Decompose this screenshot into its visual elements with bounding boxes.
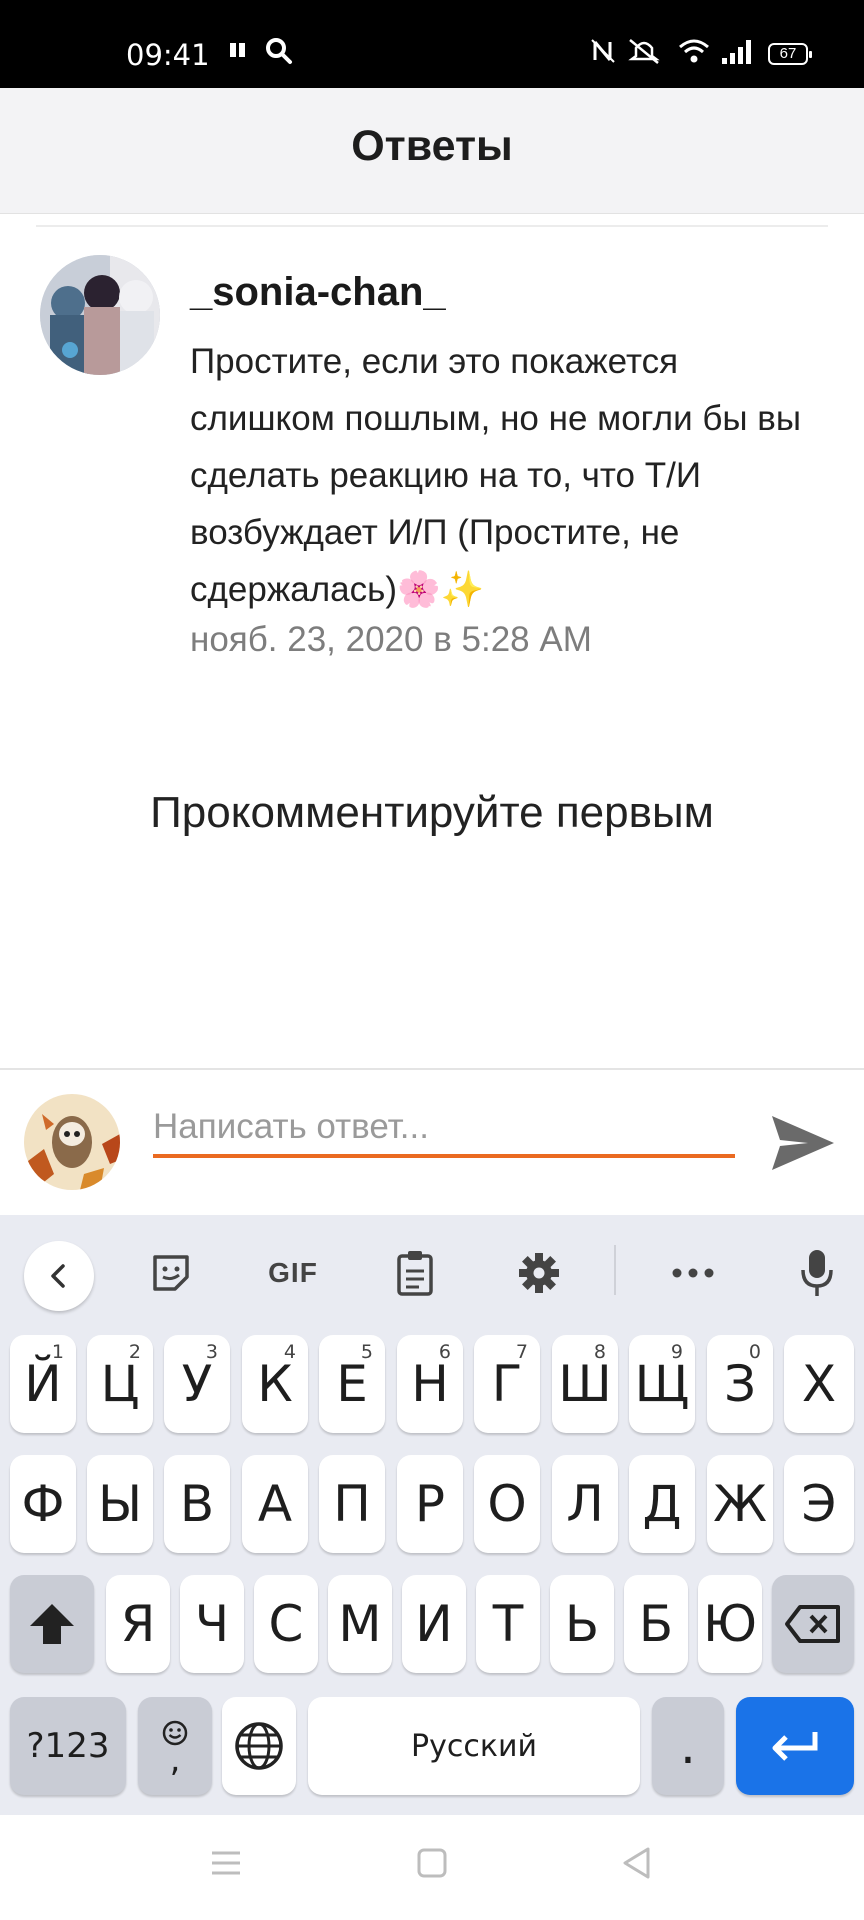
symbols-key[interactable]: ?123	[10, 1697, 126, 1795]
enter-icon	[772, 1732, 818, 1761]
post-timestamp: нояб. 23, 2020 в 5:28 AM	[190, 620, 592, 659]
menu-icon	[212, 1851, 240, 1875]
post-text: Простите, если это покажется слишком пош…	[190, 342, 802, 609]
send-button[interactable]	[768, 1108, 838, 1178]
key-row1[interactable]: Ц2	[87, 1335, 153, 1433]
key-row2[interactable]: Л	[552, 1455, 618, 1553]
screen: 09:41 67 Ответы _sonia-chan_ Простите, е…	[0, 0, 864, 1920]
reply-input[interactable]	[153, 1090, 735, 1158]
comma-label: ,	[169, 1740, 181, 1780]
home-square-icon	[417, 1848, 447, 1878]
key-row1[interactable]: У3	[164, 1335, 230, 1433]
author-username[interactable]: _sonia-chan_	[190, 270, 446, 315]
key-row3[interactable]: Ю	[698, 1575, 762, 1673]
empty-comments-message: Прокомментируйте первым	[150, 788, 714, 837]
keyboard-toolbar: GIF	[0, 1215, 864, 1325]
backspace-key[interactable]	[772, 1575, 854, 1673]
language-key[interactable]	[222, 1697, 296, 1795]
key-row1[interactable]: Г7	[474, 1335, 540, 1433]
mute-icon	[626, 36, 662, 71]
key-row3[interactable]: И	[402, 1575, 466, 1673]
key-row1[interactable]: З0	[707, 1335, 773, 1433]
key-row1[interactable]: Х	[784, 1335, 854, 1433]
wifi-icon	[678, 36, 710, 71]
back-triangle-icon	[623, 1847, 650, 1879]
key-row1[interactable]: Е5	[319, 1335, 385, 1433]
key-row2[interactable]: Р	[397, 1455, 463, 1553]
voice-input-button[interactable]	[792, 1245, 842, 1301]
nfc-icon	[590, 36, 616, 71]
battery-indicator: 67	[768, 43, 812, 65]
key-row2[interactable]: Ф	[10, 1455, 76, 1553]
key-row3[interactable]: М	[328, 1575, 392, 1673]
onscreen-keyboard: GIF Й1 Ц2 У3 К4 Е5 Н6 Г7 Ш8 Щ9 З0 Х Ф Ы …	[0, 1215, 864, 1815]
key-row1[interactable]: К4	[242, 1335, 308, 1433]
key-row2[interactable]: Э	[784, 1455, 854, 1553]
key-row2[interactable]: О	[474, 1455, 540, 1553]
clipboard-icon	[397, 1251, 433, 1296]
gear-icon	[519, 1253, 559, 1293]
reply-bar	[0, 1068, 864, 1215]
space-key[interactable]: Русский	[308, 1697, 640, 1795]
page-header: Ответы	[0, 88, 864, 214]
key-row3[interactable]: Я	[106, 1575, 170, 1673]
settings-button[interactable]	[514, 1245, 564, 1301]
key-row3[interactable]: Т	[476, 1575, 540, 1673]
key-row1[interactable]: Щ9	[629, 1335, 695, 1433]
keyboard-back-button[interactable]	[24, 1241, 94, 1311]
more-button[interactable]	[668, 1245, 718, 1301]
more-dots-icon	[672, 1268, 714, 1278]
page-title: Ответы	[351, 122, 513, 170]
author-avatar[interactable]	[40, 255, 160, 375]
gif-button[interactable]: GIF	[258, 1245, 328, 1301]
key-row3[interactable]: Ч	[180, 1575, 244, 1673]
signal-icon	[720, 36, 756, 71]
key-row2[interactable]: П	[319, 1455, 385, 1553]
key-row2[interactable]: Ы	[87, 1455, 153, 1553]
enter-key[interactable]	[736, 1697, 854, 1795]
divider	[36, 225, 828, 227]
recent-apps-button[interactable]	[210, 1845, 242, 1886]
sticker-icon	[153, 1255, 189, 1291]
my-avatar	[24, 1094, 120, 1190]
send-icon	[772, 1116, 834, 1170]
back-button[interactable]	[620, 1845, 654, 1886]
key-row3[interactable]: Б	[624, 1575, 688, 1673]
globe-icon	[235, 1722, 283, 1770]
search-icon	[264, 36, 294, 71]
home-button[interactable]	[416, 1845, 448, 1886]
pause-icon	[228, 36, 248, 69]
key-row2[interactable]: А	[242, 1455, 308, 1553]
shift-key[interactable]	[10, 1575, 94, 1673]
period-key[interactable]: .	[652, 1697, 724, 1795]
emoji-comma-key[interactable]: ,	[138, 1697, 212, 1795]
key-row1[interactable]: Ш8	[552, 1335, 618, 1433]
status-bar: 09:41 67	[0, 0, 864, 88]
system-nav-bar	[0, 1815, 864, 1920]
key-row3[interactable]: С	[254, 1575, 318, 1673]
key-row2[interactable]: В	[164, 1455, 230, 1553]
toolbar-separator	[614, 1245, 616, 1295]
key-row2[interactable]: Д	[629, 1455, 695, 1553]
key-row2[interactable]: Ж	[707, 1455, 773, 1553]
microphone-icon	[801, 1250, 833, 1296]
shift-icon	[30, 1604, 74, 1644]
key-row1[interactable]: Н6	[397, 1335, 463, 1433]
key-row1[interactable]: Й1	[10, 1335, 76, 1433]
key-row3[interactable]: Ь	[550, 1575, 614, 1673]
sticker-button[interactable]	[146, 1245, 196, 1301]
status-time: 09:41	[126, 38, 210, 72]
chevron-left-icon	[51, 1264, 65, 1288]
clipboard-button[interactable]	[390, 1245, 440, 1301]
backspace-icon	[785, 1605, 840, 1643]
